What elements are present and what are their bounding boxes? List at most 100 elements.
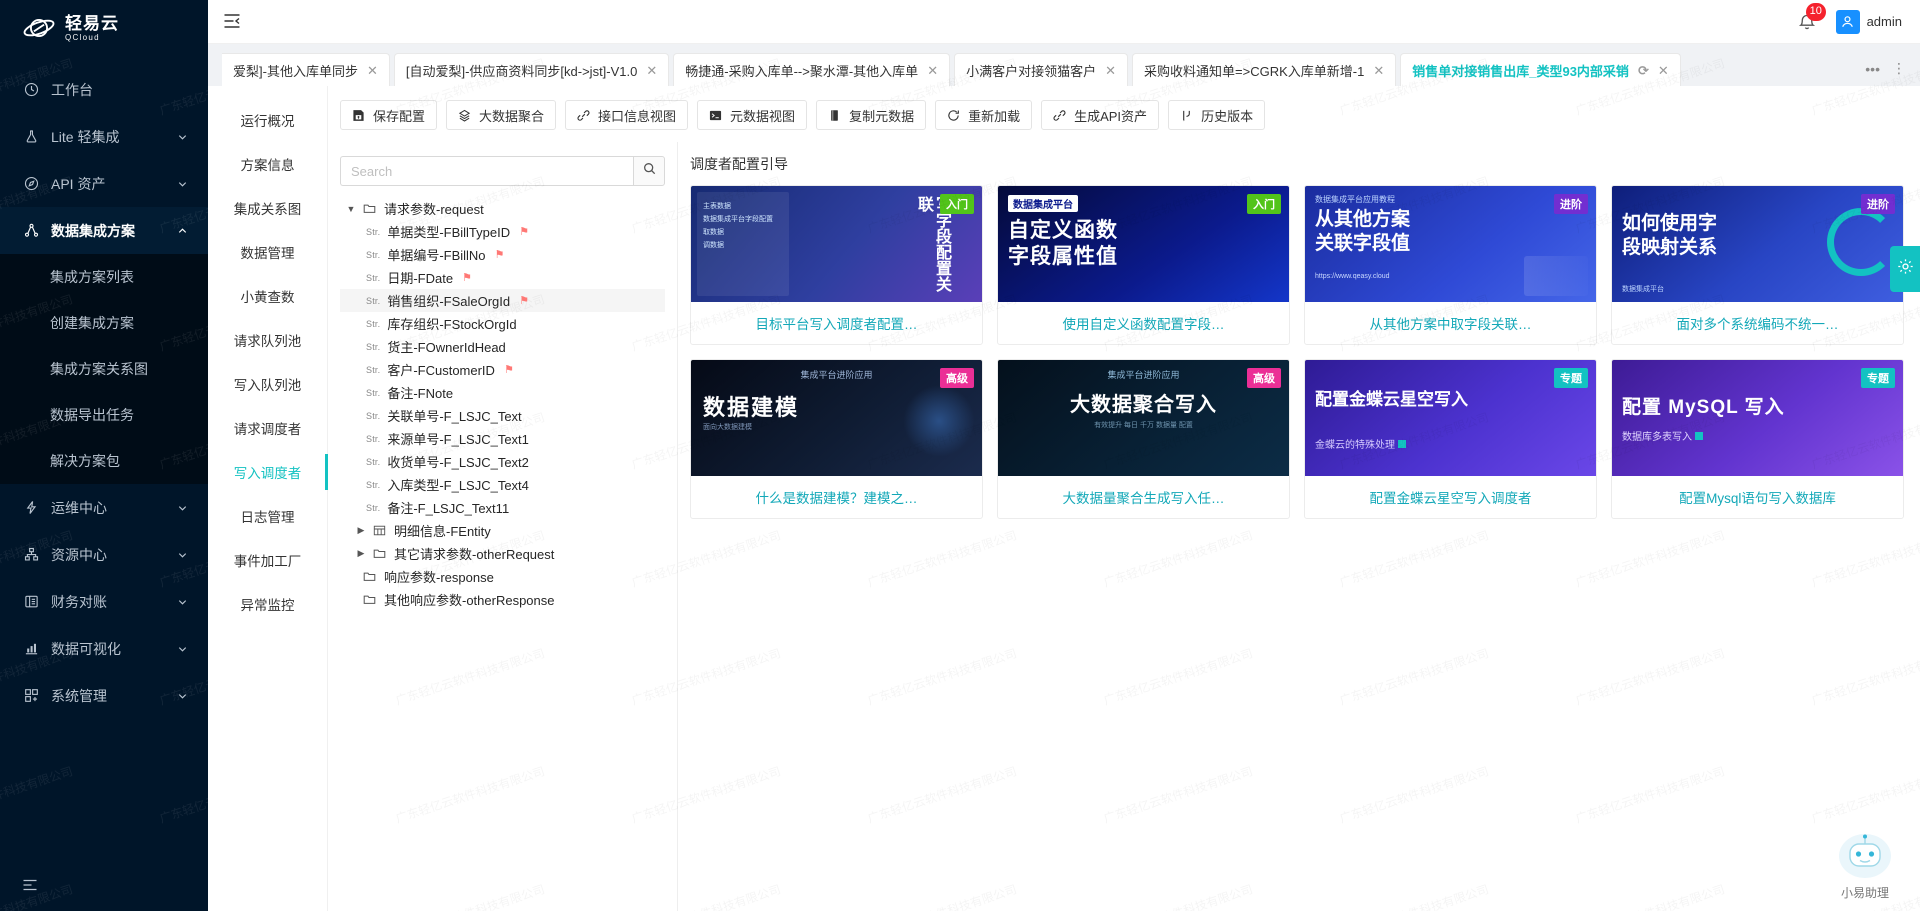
folder-icon xyxy=(363,570,379,583)
section-nav-item-overview[interactable]: 运行概况 xyxy=(208,98,327,142)
tree-node-lsjc-text[interactable]: Str. 关联单号-F_LSJC_Text xyxy=(340,404,665,427)
sidebar-item-resource-center[interactable]: 资源中心 xyxy=(0,531,208,578)
caret-right-icon[interactable]: ▶ xyxy=(354,525,368,536)
type-tag: Str. xyxy=(366,433,381,444)
section-nav-item-write-scheduler[interactable]: 写入调度者 xyxy=(208,450,328,494)
tree-node-response[interactable]: ▶ 响应参数-response xyxy=(340,565,665,588)
reload-icon[interactable]: ⟳ xyxy=(1638,64,1649,77)
section-nav-item-scheme-info[interactable]: 方案信息 xyxy=(208,142,327,186)
tab-item-active[interactable]: 销售单对接销售出库_类型93内部采销 ⟳ ✕ xyxy=(1400,53,1681,86)
section-nav-item-request-queue[interactable]: 请求队列池 xyxy=(208,318,327,362)
sidebar-item-ops-center[interactable]: 运维中心 xyxy=(0,484,208,531)
ellipsis-icon[interactable]: ••• xyxy=(1865,61,1880,77)
save-config-button[interactable]: 保存配置 xyxy=(340,100,438,130)
generate-api-asset-button[interactable]: 生成API资产 xyxy=(1041,100,1160,130)
notification-button[interactable]: 10 xyxy=(1798,2,1826,31)
sidebar-subitem-scheme-list[interactable]: 集成方案列表 xyxy=(0,254,208,300)
more-vertical-icon[interactable]: ⋮ xyxy=(1892,60,1906,77)
tab-item[interactable]: 小满客户对接领猫客户 ✕ xyxy=(954,53,1129,86)
sitemap-icon xyxy=(22,222,40,240)
card-thumbnail: 数据集成平台应用教程 从其他方案 关联字段值 https://www.qeasy.… xyxy=(1305,186,1596,302)
tree-node-lsjc-text11[interactable]: Str. 备注-F_LSJC_Text11 xyxy=(340,496,665,519)
section-nav-item-relation-graph[interactable]: 集成关系图 xyxy=(208,186,327,230)
sidebar-item-workbench[interactable]: 工作台 xyxy=(0,66,208,113)
sidebar-item-finance[interactable]: 财务对账 xyxy=(0,578,208,625)
sidebar-item-lite[interactable]: Lite 轻集成 xyxy=(0,113,208,160)
settings-float-button[interactable] xyxy=(1890,246,1920,292)
metadata-view-button[interactable]: 元数据视图 xyxy=(697,100,808,130)
section-nav-item-query[interactable]: 小黄查数 xyxy=(208,274,327,318)
guide-card[interactable]: 主表数据 数据集成平台字段配置 取数据 调数据 写字段配置关联 入门 目标平台写入调度… xyxy=(690,185,983,345)
search-button[interactable] xyxy=(633,156,665,186)
tree-node-fdate[interactable]: Str. 日期-FDate ⚑ xyxy=(340,266,665,289)
tab-item[interactable]: [自动爱梨]-供应商资料同步[kd->jst]-V1.0 ✕ xyxy=(393,53,670,86)
guide-card[interactable]: 数据集成平台应用教程 从其他方案 关联字段值 https://www.qeasy.… xyxy=(1304,185,1597,345)
tree-node-fstockorgid[interactable]: Str. 库存组织-FStockOrgId xyxy=(340,312,665,335)
tree-node-otherrequest[interactable]: ▶ 其它请求参数-otherRequest xyxy=(340,542,665,565)
tree-node-fsaleorgid[interactable]: Str. 销售组织-FSaleOrgId ⚑ xyxy=(340,289,665,312)
tree-node-otherresponse[interactable]: ▶ 其他响应参数-otherResponse xyxy=(340,588,665,611)
section-nav-item-event-factory[interactable]: 事件加工厂 xyxy=(208,538,327,582)
caret-right-icon[interactable]: ▶ xyxy=(354,548,368,559)
menu-fold-icon[interactable] xyxy=(222,11,244,33)
field-tree: ▼ 请求参数-request Str. 单据类型-FBillTypeID ⚑ S… xyxy=(340,197,665,611)
section-nav-item-data-manage[interactable]: 数据管理 xyxy=(208,230,327,274)
guide-card[interactable]: 集成平台进阶应用 数据建模 面向大数据建模 高级 什么是数据建模？建模之… xyxy=(690,359,983,519)
tree-node-label: 客户-FCustomerID xyxy=(387,363,495,378)
table-icon xyxy=(373,524,389,537)
reload-button[interactable]: 重新加载 xyxy=(935,100,1033,130)
tree-node-fentity[interactable]: ▶ 明细信息-FEntity xyxy=(340,519,665,542)
user-menu[interactable]: admin xyxy=(1835,9,1902,34)
button-label: 大数据聚合 xyxy=(479,108,545,124)
history-version-button[interactable]: 历史版本 xyxy=(1168,100,1266,130)
guide-card[interactable]: 配置金蝶云星空写入 金蝶云的特殊处理 专题 配置金蝶云星空写入调度者 xyxy=(1304,359,1597,519)
tree-node-lsjc-text2[interactable]: Str. 收货单号-F_LSJC_Text2 xyxy=(340,450,665,473)
sidebar-subitem-create-scheme[interactable]: 创建集成方案 xyxy=(0,300,208,346)
tree-node-fnote[interactable]: Str. 备注-FNote xyxy=(340,381,665,404)
tree-node-lsjc-text4[interactable]: Str. 入库类型-F_LSJC_Text4 xyxy=(340,473,665,496)
sidebar-subitem-scheme-graph[interactable]: 集成方案关系图 xyxy=(0,346,208,392)
copy-metadata-button[interactable]: 复制元数据 xyxy=(816,100,927,130)
guide-card[interactable]: 如何使用字 段映射关系 数据集成平台 进阶 面对多个系统编码不统一… xyxy=(1611,185,1904,345)
sidebar-item-visualization[interactable]: 数据可视化 xyxy=(0,625,208,672)
section-nav-label: 日志管理 xyxy=(240,510,295,525)
close-icon[interactable]: ✕ xyxy=(1105,64,1116,77)
section-nav-item-exception-monitor[interactable]: 异常监控 xyxy=(208,582,327,626)
brand-logo[interactable]: 轻易云 QCloud xyxy=(0,0,208,56)
tree-node-fbilltypeid[interactable]: Str. 单据类型-FBillTypeID ⚑ xyxy=(340,220,665,243)
guide-card[interactable]: 配置 MySQL 写入 数据库多表写入 专题 配置Mysql语句写入数据库 xyxy=(1611,359,1904,519)
close-icon[interactable]: ✕ xyxy=(367,64,378,77)
sidebar-subitem-solution-pack[interactable]: 解决方案包 xyxy=(0,438,208,484)
sidebar-subitem-export-task[interactable]: 数据导出任务 xyxy=(0,392,208,438)
tree-node-fcustomerid[interactable]: Str. 客户-FCustomerID ⚑ xyxy=(340,358,665,381)
guide-card[interactable]: 数据集成平台 自定义函数 字段属性值 入门 使用自定义函数配置字段… xyxy=(997,185,1290,345)
tree-node-fbillno[interactable]: Str. 单据编号-FBillNo ⚑ xyxy=(340,243,665,266)
tree-node-request[interactable]: ▼ 请求参数-request xyxy=(340,197,665,220)
section-nav-item-request-scheduler[interactable]: 请求调度者 xyxy=(208,406,327,450)
flag-icon: ⚑ xyxy=(519,295,529,307)
big-data-aggregate-button[interactable]: 大数据聚合 xyxy=(446,100,557,130)
tree-node-label: 销售组织-FSaleOrgId xyxy=(387,294,511,309)
tab-item[interactable]: 采购收料通知单=>CGRK入库单新增-1 ✕ xyxy=(1132,53,1397,86)
sidebar-collapse-button[interactable] xyxy=(0,863,208,911)
tab-strip: 爱梨]-其他入库单同步 ✕ [自动爱梨]-供应商资料同步[kd->jst]-V1… xyxy=(222,53,1855,86)
tree-node-lsjc-text1[interactable]: Str. 来源单号-F_LSJC_Text1 xyxy=(340,427,665,450)
assistant-widget[interactable]: 小易助理 xyxy=(1828,830,1902,901)
tree-node-fowneridhead[interactable]: Str. 货主-FOwnerIdHead xyxy=(340,335,665,358)
sidebar-item-data-integration[interactable]: 数据集成方案 xyxy=(0,207,208,254)
tab-item[interactable]: 畅捷通-采购入库单-->聚水潭-其他入库单 ✕ xyxy=(673,53,951,86)
card-tag: 入门 xyxy=(940,194,974,214)
close-icon[interactable]: ✕ xyxy=(927,64,938,77)
caret-down-icon[interactable]: ▼ xyxy=(344,204,358,214)
sidebar-item-api-assets[interactable]: API 资产 xyxy=(0,160,208,207)
section-nav-item-write-queue[interactable]: 写入队列池 xyxy=(208,362,327,406)
close-icon[interactable]: ✕ xyxy=(1658,64,1669,77)
close-icon[interactable]: ✕ xyxy=(646,64,657,77)
section-nav-item-log[interactable]: 日志管理 xyxy=(208,494,327,538)
sidebar-item-system[interactable]: 系统管理 xyxy=(0,672,208,719)
guide-card[interactable]: 集成平台进阶应用 大数据聚合写入 有效提升 每日 千万 数据量 配置 高级 大数… xyxy=(997,359,1290,519)
search-input[interactable] xyxy=(340,156,633,186)
close-icon[interactable]: ✕ xyxy=(1373,64,1384,77)
api-info-view-button[interactable]: 接口信息视图 xyxy=(565,100,689,130)
tab-item[interactable]: 爱梨]-其他入库单同步 ✕ xyxy=(222,53,390,86)
